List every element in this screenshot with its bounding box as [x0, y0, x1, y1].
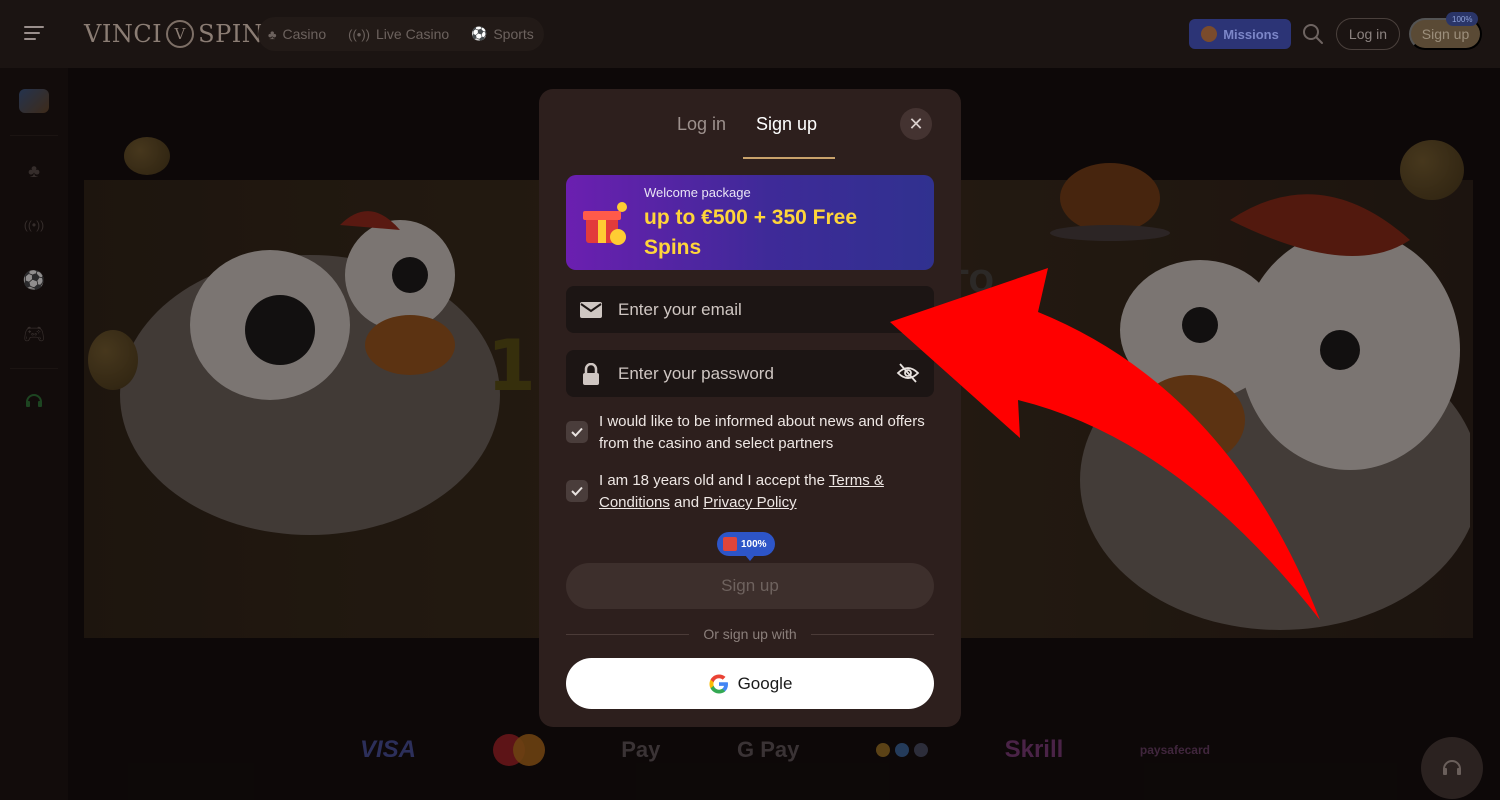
signup-submit-button[interactable]: Sign up	[566, 563, 934, 609]
or-divider: Or sign up with	[566, 625, 934, 643]
checkmark-icon	[571, 427, 583, 437]
promo-subtitle: Welcome package	[644, 185, 751, 200]
close-button[interactable]: ✕	[900, 108, 932, 140]
nav-casino-label: Casino	[282, 26, 327, 42]
nav-live-casino-label: Live Casino	[376, 26, 450, 42]
terms-consent-prefix: I am 18 years old and I accept the	[599, 472, 829, 489]
google-icon	[709, 674, 728, 693]
red-arrow-annotation	[890, 268, 1320, 620]
nav-casino[interactable]: ♣ Casino	[268, 26, 326, 42]
welcome-promo-card: Welcome package up to €500 + 350 Free Sp…	[566, 175, 934, 270]
nav-sports[interactable]: ⚽ Sports	[471, 26, 534, 42]
crypto-logos	[876, 743, 928, 757]
terms-consent-checkbox[interactable]	[566, 480, 588, 502]
email-field[interactable]	[566, 286, 934, 333]
terms-consent-row: I am 18 years old and I accept the Terms…	[566, 470, 934, 514]
search-icon[interactable]	[1301, 22, 1325, 46]
header-login-button[interactable]: Log in	[1336, 18, 1400, 50]
payment-methods: VISA Pay G Pay Skrill paysafecard	[360, 730, 1210, 770]
top-nav: ♣ Casino ((•)) Live Casino ⚽ Sports	[258, 17, 544, 51]
visa-logo: VISA	[360, 736, 417, 763]
password-input[interactable]	[618, 363, 878, 384]
bonus-badge-text: 100%	[741, 538, 767, 550]
headset-icon	[1443, 760, 1461, 775]
gift-icon	[723, 537, 737, 551]
promo-title: up to €500 + 350 Free Spins	[644, 206, 858, 259]
logo-text-right: SPIN	[198, 20, 264, 48]
nav-live-casino[interactable]: ((•)) Live Casino	[348, 26, 449, 42]
logo-text-left: VINCI	[84, 20, 163, 48]
news-consent-row: I would like to be informed about news a…	[566, 411, 934, 455]
top-header: VINCI V SPIN ♣ Casino ((•)) Live Casino …	[0, 0, 1500, 68]
missions-button[interactable]: Missions	[1189, 19, 1291, 49]
signup-bonus-badge: 100%	[1446, 12, 1479, 26]
close-icon: ✕	[908, 113, 924, 134]
news-consent-checkbox[interactable]	[566, 421, 588, 443]
paysafecard-logo: paysafecard	[1139, 743, 1210, 757]
active-tab-indicator	[743, 157, 835, 159]
lock-icon	[580, 362, 602, 385]
or-text: Or sign up with	[703, 626, 797, 642]
checkmark-icon	[571, 486, 583, 496]
site-logo[interactable]: VINCI V SPIN	[84, 14, 263, 54]
apple-pay-logo: Pay	[621, 737, 660, 763]
google-signup-button[interactable]: Google	[566, 658, 934, 709]
gift-box-icon	[583, 202, 627, 245]
auth-tabs: Log in Sign up	[539, 89, 961, 159]
privacy-link[interactable]: Privacy Policy	[703, 494, 796, 511]
email-input[interactable]	[618, 299, 878, 320]
menu-icon[interactable]	[24, 26, 44, 42]
tab-signup[interactable]: Sign up	[756, 114, 817, 135]
broadcast-icon: ((•))	[348, 26, 370, 42]
google-pay-text: Pay	[760, 737, 800, 762]
tab-login[interactable]: Log in	[677, 114, 726, 135]
logo-emblem-icon: V	[166, 20, 195, 48]
nav-sports-label: Sports	[493, 26, 534, 42]
google-pay-logo: G Pay	[737, 737, 799, 763]
cherries-icon: ♣	[268, 26, 277, 42]
divider-line	[810, 633, 934, 635]
terms-consent-and: and	[669, 494, 704, 511]
missions-icon	[1201, 26, 1218, 42]
google-g-icon: G	[737, 737, 761, 762]
bitcoin-icon	[876, 743, 890, 757]
ripple-icon	[895, 743, 909, 757]
soccer-ball-icon: ⚽	[471, 26, 488, 41]
envelope-icon	[580, 299, 602, 321]
google-button-label: Google	[737, 673, 793, 693]
skrill-logo: Skrill	[1004, 736, 1064, 763]
signup-bonus-tooltip: 100%	[717, 532, 775, 561]
support-chat-button[interactable]	[1421, 737, 1483, 799]
missions-label: Missions	[1223, 26, 1279, 42]
mastercard-logo	[492, 734, 545, 766]
litecoin-icon	[914, 743, 928, 757]
apple-pay-text: Pay	[621, 737, 661, 762]
password-field[interactable]	[566, 350, 934, 397]
divider-line	[566, 633, 690, 635]
